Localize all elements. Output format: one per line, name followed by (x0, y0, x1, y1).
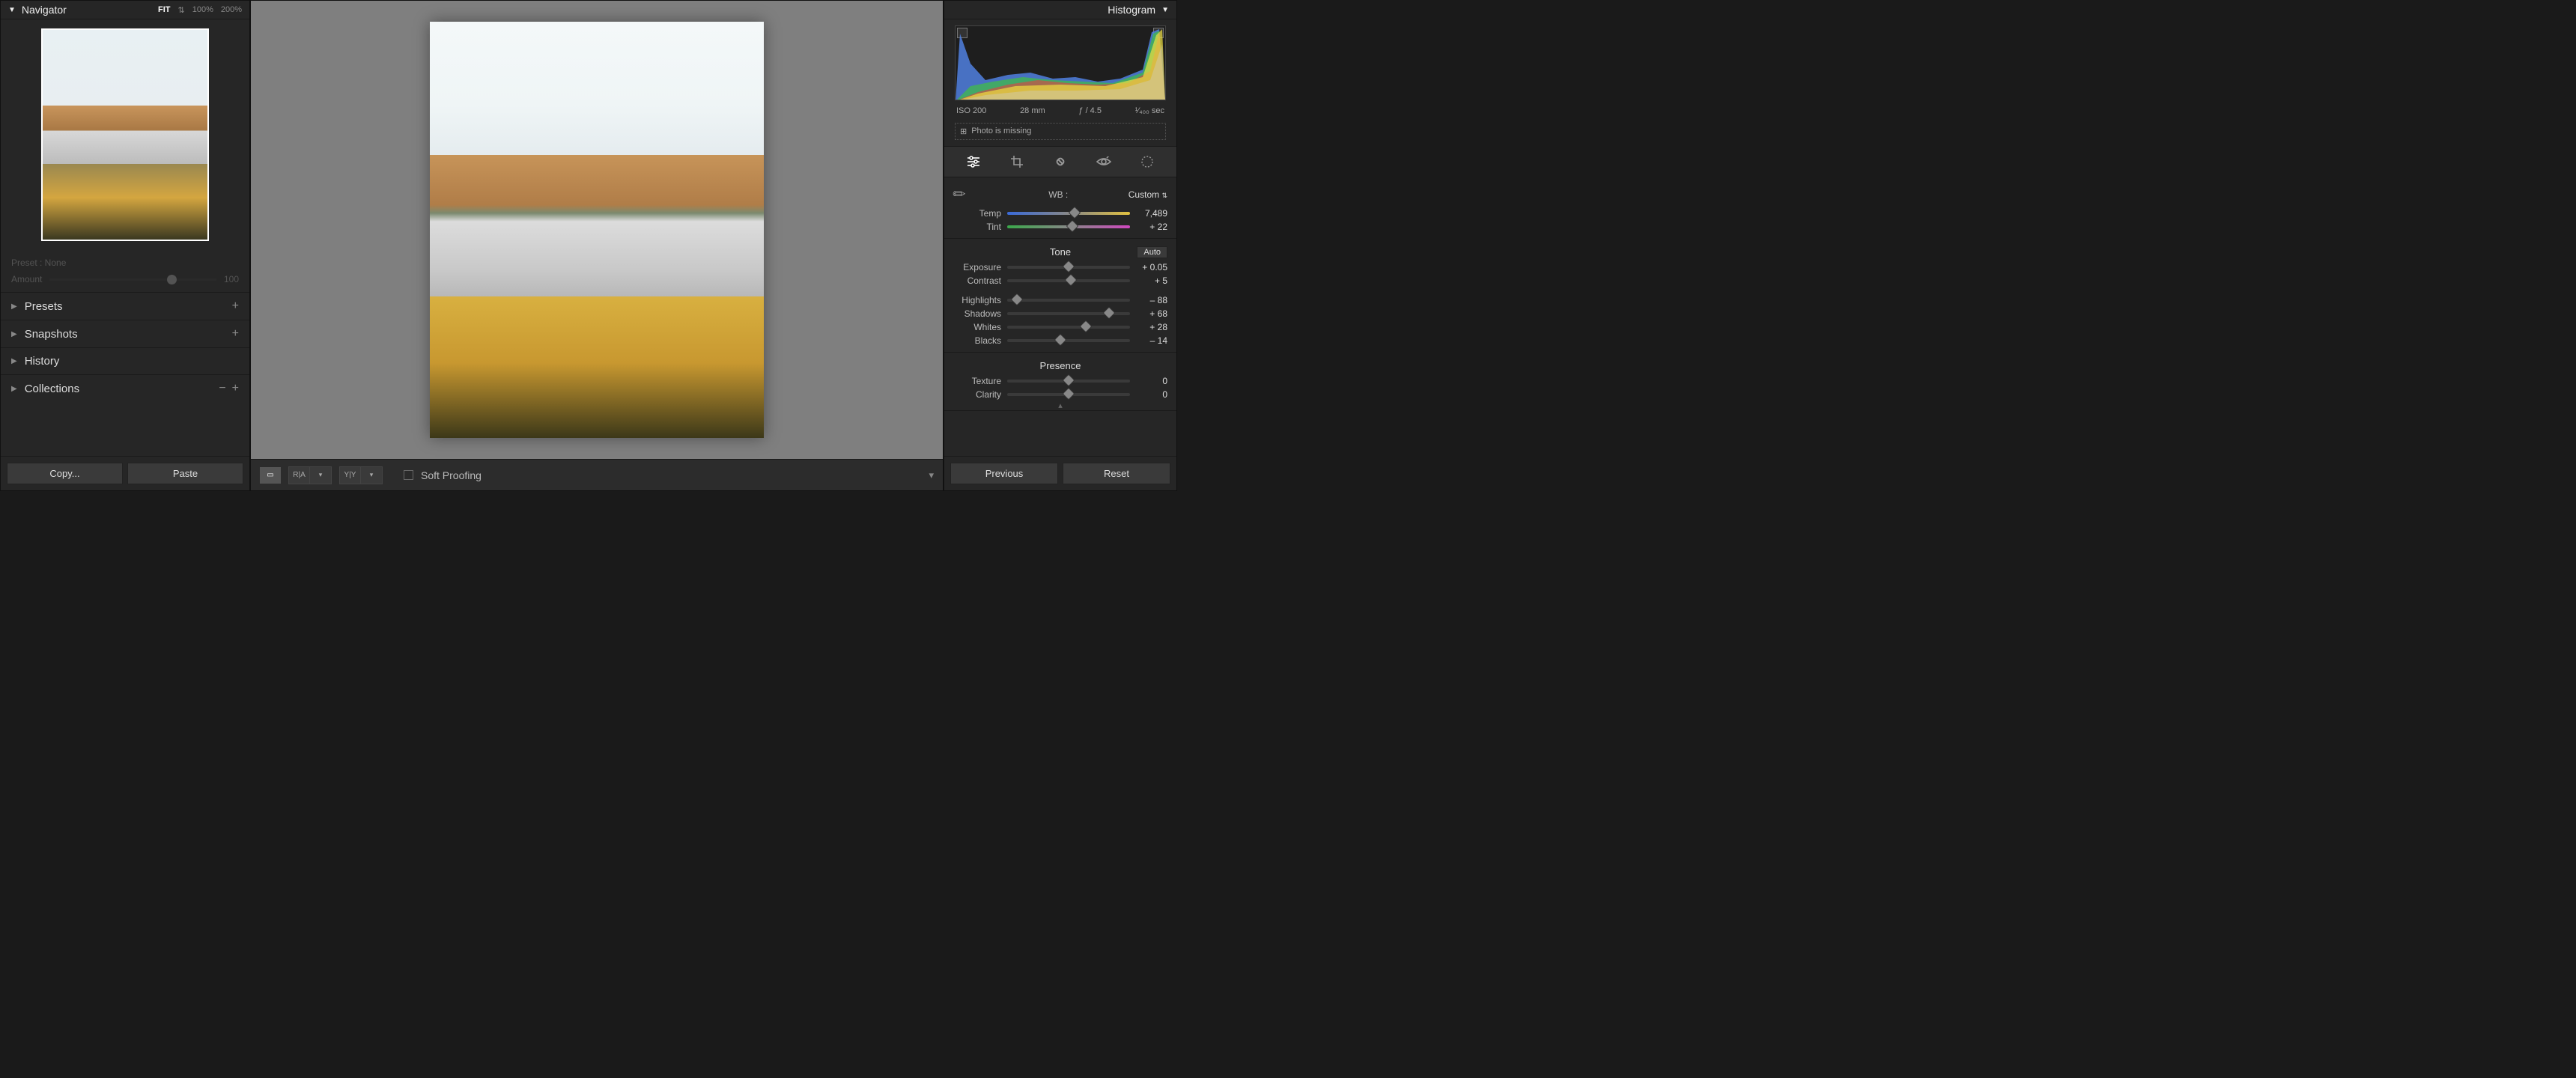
clarity-slider[interactable] (1007, 393, 1130, 396)
histogram-curve (956, 26, 1165, 100)
soft-proofing-label: Soft Proofing (421, 469, 482, 481)
chevron-right-icon: ▶ (11, 385, 17, 393)
histogram-graph[interactable] (955, 25, 1166, 100)
dropdown-arrows-icon: ⇅ (1161, 192, 1167, 199)
compare-yy-button[interactable]: Y|Y (340, 467, 361, 484)
history-label: History (25, 355, 60, 368)
amount-slider[interactable] (49, 278, 216, 281)
histogram-title: Histogram (1108, 4, 1155, 16)
add-preset-button[interactable]: + (232, 299, 239, 313)
wb-label: WB : (996, 189, 1121, 200)
auto-tone-button[interactable]: Auto (1137, 246, 1167, 258)
remove-collection-button[interactable]: − (219, 382, 225, 395)
temp-slider-row: Temp 7,489 (953, 207, 1167, 220)
edit-sliders-icon[interactable] (963, 153, 984, 171)
paste-button[interactable]: Paste (127, 463, 243, 484)
zoom-fit[interactable]: FIT (158, 5, 171, 15)
photo-preview (430, 22, 764, 438)
navigator-title: Navigator (22, 4, 67, 16)
chevron-right-icon: ▶ (11, 330, 17, 338)
preset-label: Preset : None (11, 258, 239, 268)
eyedropper-icon[interactable]: ✎ (949, 183, 971, 206)
highlights-slider[interactable] (1007, 299, 1130, 302)
zoom-200[interactable]: 200% (221, 5, 242, 15)
chevron-right-icon: ▶ (11, 302, 17, 311)
presence-title: Presence (1040, 360, 1081, 371)
whites-slider[interactable] (1007, 326, 1130, 329)
exif-iso: ISO 200 (956, 106, 986, 115)
shadows-slider[interactable] (1007, 312, 1130, 315)
tone-title: Tone (1050, 246, 1071, 258)
redeye-icon[interactable] (1093, 153, 1114, 171)
amount-label: Amount (11, 274, 42, 284)
zoom-100[interactable]: 100% (192, 5, 213, 15)
healing-brush-icon[interactable] (1050, 153, 1071, 171)
app-root: ▼ Navigator FIT ⇅ 100% 200% Preset : Non… (0, 0, 1177, 491)
loupe-view-button[interactable]: ▭ (260, 467, 281, 484)
compare-yy-arrow-icon: ▾ (361, 467, 382, 484)
collapse-arrow-icon: ▼ (8, 6, 16, 14)
presets-label: Presets (25, 300, 63, 313)
snapshots-accordion[interactable]: ▶ Snapshots + (1, 320, 249, 347)
tint-slider-row: Tint + 22 (953, 220, 1167, 234)
center-canvas-area: ▭ R|A ▾ Y|Y ▾ Soft Proofing ▾ (250, 0, 944, 491)
canvas[interactable] (251, 1, 943, 459)
compare-arrow-icon: ▾ (310, 467, 331, 484)
warning-icon: ⊞ (960, 127, 967, 136)
reset-button[interactable]: Reset (1063, 463, 1170, 484)
compare-ra-button[interactable]: R|A (289, 467, 310, 484)
collapse-arrow-icon: ▼ (1161, 6, 1169, 14)
crop-icon[interactable] (1006, 153, 1027, 171)
snapshots-label: Snapshots (25, 328, 78, 341)
collections-label: Collections (25, 383, 79, 395)
warning-text: Photo is missing (971, 127, 1031, 136)
histogram-header[interactable]: Histogram ▼ (944, 1, 1176, 19)
left-panel: ▼ Navigator FIT ⇅ 100% 200% Preset : Non… (0, 0, 250, 491)
white-balance-section: ✎ WB : Custom ⇅ Temp 7,489 Tint + 22 (944, 177, 1176, 239)
navigator-thumbnail[interactable] (41, 28, 209, 241)
texture-slider[interactable] (1007, 380, 1130, 383)
expand-handle-icon[interactable]: ▴ (1058, 401, 1063, 410)
blacks-slider[interactable] (1007, 339, 1130, 342)
exif-shutter: ¹⁄₄₀₀ sec (1135, 106, 1164, 115)
masking-icon[interactable] (1137, 153, 1158, 171)
exif-row: ISO 200 28 mm ƒ / 4.5 ¹⁄₄₀₀ sec (944, 105, 1176, 120)
previous-button[interactable]: Previous (950, 463, 1058, 484)
exposure-slider[interactable] (1007, 266, 1130, 269)
center-toolbar: ▭ R|A ▾ Y|Y ▾ Soft Proofing ▾ (251, 459, 943, 490)
right-panel: Histogram ▼ ISO 200 28 mm ƒ / 4.5 ¹⁄₄₀₀ … (944, 0, 1177, 491)
copy-button[interactable]: Copy... (7, 463, 123, 484)
preset-preview-box: Preset : None Amount 100 (1, 250, 249, 292)
contrast-slider[interactable] (1007, 279, 1130, 282)
collections-accordion[interactable]: ▶ Collections − + (1, 374, 249, 402)
history-accordion[interactable]: ▶ History (1, 347, 249, 374)
wb-dropdown[interactable]: Custom ⇅ (1128, 189, 1167, 200)
presets-accordion[interactable]: ▶ Presets + (1, 292, 249, 320)
exif-aperture: ƒ / 4.5 (1078, 106, 1102, 115)
photo-missing-warning: ⊞ Photo is missing (955, 123, 1166, 140)
temp-slider[interactable] (1007, 212, 1130, 215)
tint-slider[interactable] (1007, 225, 1130, 228)
add-snapshot-button[interactable]: + (232, 327, 239, 341)
soft-proofing-checkbox[interactable] (404, 470, 413, 480)
toolbar-menu-icon[interactable]: ▾ (929, 469, 934, 481)
exif-focal: 28 mm (1020, 106, 1045, 115)
amount-value: 100 (224, 274, 239, 284)
add-collection-button[interactable]: + (232, 382, 239, 395)
navigator-header[interactable]: ▼ Navigator FIT ⇅ 100% 200% (1, 1, 249, 19)
presence-section: Presence Texture0 Clarity0 ▴ (944, 353, 1176, 411)
develop-tools-row (944, 146, 1176, 177)
chevron-right-icon: ▶ (11, 357, 17, 365)
zoom-fit-updown-icon[interactable]: ⇅ (178, 5, 185, 15)
tone-section: Tone Auto Exposure+ 0.05 Contrast+ 5 Hig… (944, 239, 1176, 353)
